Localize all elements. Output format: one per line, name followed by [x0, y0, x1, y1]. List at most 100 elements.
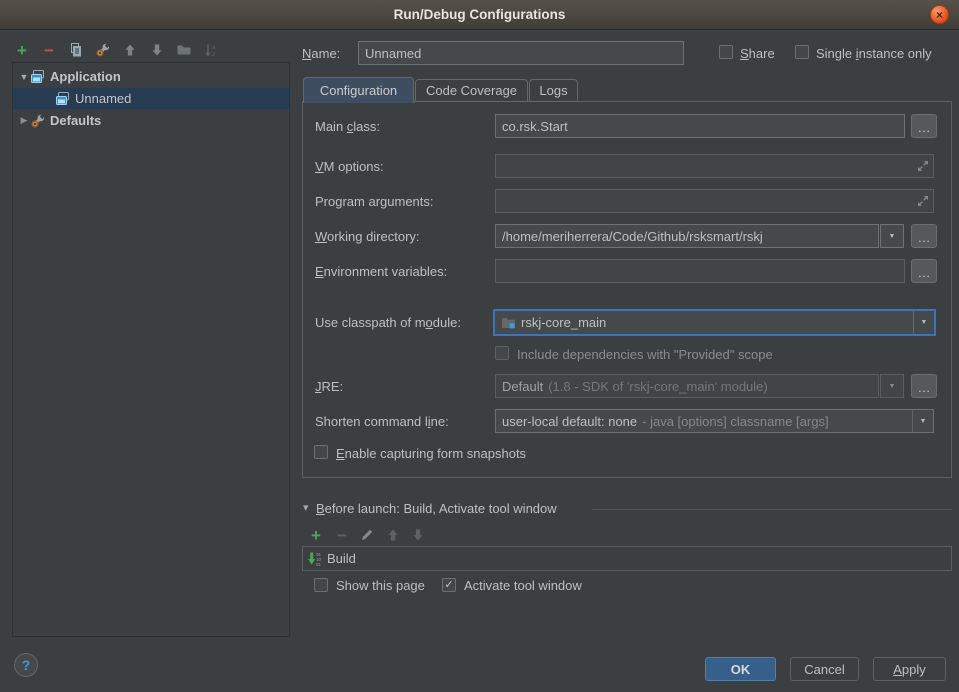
- show-this-page-label: Show this page: [336, 578, 425, 593]
- activate-tool-window-checkbox[interactable]: ✓: [442, 578, 456, 592]
- arrow-down-icon: [149, 42, 165, 58]
- svg-text:z: z: [212, 51, 215, 58]
- help-button[interactable]: ?: [14, 653, 38, 677]
- chevron-down-icon: ▼: [921, 319, 928, 326]
- vm-options-label: VM options:: [315, 159, 384, 174]
- copy-configuration-button[interactable]: [67, 41, 85, 59]
- shorten-command-line-label: Shorten command line:: [315, 414, 449, 429]
- before-launch-task-list: 01 10 01 Build: [302, 546, 952, 571]
- tab-code-coverage[interactable]: Code Coverage: [415, 79, 528, 102]
- environment-variables-browse-button[interactable]: …: [911, 259, 937, 283]
- name-label: Name:: [302, 46, 340, 61]
- single-instance-checkbox[interactable]: [795, 45, 809, 59]
- application-windows-icon: [30, 69, 46, 85]
- include-dependencies-label: Include dependencies with "Provided" sco…: [517, 347, 773, 362]
- configurations-tree: ▼ Application Unnamed ▶ Defaults: [12, 62, 290, 637]
- plus-icon: +: [17, 42, 27, 59]
- main-class-input[interactable]: [495, 114, 905, 138]
- titlebar[interactable]: Run/Debug Configurations ×: [0, 0, 959, 30]
- main-class-browse-button[interactable]: …: [911, 114, 937, 138]
- enable-capturing-label: Enable capturing form snapshots: [336, 446, 526, 461]
- jre-label: JRE:: [315, 379, 343, 394]
- working-directory-input[interactable]: [495, 224, 879, 248]
- task-item-build[interactable]: 01 10 01 Build: [303, 547, 951, 570]
- before-launch-move-up-button[interactable]: [384, 526, 402, 544]
- move-down-button[interactable]: [148, 41, 166, 59]
- ellipsis-icon: …: [918, 270, 931, 275]
- tree-item-application[interactable]: ▼ Application: [13, 66, 289, 87]
- single-instance-label: Single instance only: [816, 46, 932, 61]
- ok-button[interactable]: OK: [705, 657, 776, 681]
- arrow-down-icon: [410, 527, 426, 543]
- program-arguments-input[interactable]: [495, 189, 934, 213]
- use-classpath-combobox[interactable]: rskj-core_main ▼: [493, 309, 936, 336]
- create-folder-button[interactable]: [175, 41, 193, 59]
- diagonal-expand-icon[interactable]: [915, 158, 931, 174]
- apply-button[interactable]: Apply: [873, 657, 946, 681]
- include-dependencies-checkbox[interactable]: [495, 346, 509, 360]
- jre-dropdown-button[interactable]: ▼: [880, 374, 904, 398]
- run-debug-configurations-dialog: Run/Debug Configurations × + − a z: [0, 0, 959, 692]
- before-launch-move-down-button[interactable]: [409, 526, 427, 544]
- close-button[interactable]: ×: [930, 5, 949, 24]
- before-launch-remove-button[interactable]: −: [333, 526, 351, 544]
- combo-arrow[interactable]: ▼: [913, 311, 934, 334]
- sort-configurations-button[interactable]: a z: [202, 41, 220, 59]
- environment-variables-label: Environment variables:: [315, 264, 447, 279]
- share-label: Share: [740, 46, 775, 61]
- tree-item-unnamed[interactable]: Unnamed: [13, 88, 289, 109]
- before-launch-title: Before launch: Build, Activate tool wind…: [316, 501, 557, 516]
- enable-capturing-checkbox[interactable]: [314, 445, 328, 459]
- chevron-right-icon: ▶: [18, 115, 30, 126]
- check-icon: ✓: [444, 580, 453, 591]
- svg-text:a: a: [212, 44, 216, 51]
- before-launch-edit-button[interactable]: [358, 526, 376, 544]
- chevron-down-icon: ▼: [920, 418, 927, 425]
- copy-icon: [68, 42, 84, 58]
- application-windows-icon: [55, 91, 71, 107]
- folder-icon: [176, 42, 192, 58]
- plus-icon: +: [311, 527, 321, 544]
- shorten-command-line-combobox[interactable]: user-local default: none - java [options…: [495, 409, 934, 433]
- working-directory-browse-button[interactable]: …: [911, 224, 937, 248]
- window-title: Run/Debug Configurations: [394, 7, 566, 22]
- vm-options-input[interactable]: [495, 154, 934, 178]
- help-icon: ?: [22, 657, 31, 673]
- edit-defaults-button[interactable]: [94, 41, 112, 59]
- remove-configuration-button[interactable]: −: [40, 41, 58, 59]
- move-up-button[interactable]: [121, 41, 139, 59]
- sort-az-icon: a z: [203, 42, 219, 58]
- chevron-down-icon: ▼: [18, 72, 30, 82]
- combo-arrow[interactable]: ▼: [912, 410, 933, 432]
- close-icon: ×: [936, 9, 943, 21]
- svg-text:01: 01: [316, 562, 322, 567]
- jre-browse-button[interactable]: …: [911, 374, 937, 398]
- before-launch-collapse-icon[interactable]: ▾: [303, 501, 309, 514]
- activate-tool-window-label: Activate tool window: [464, 578, 582, 593]
- add-configuration-button[interactable]: +: [13, 41, 31, 59]
- module-folder-icon: [501, 315, 516, 330]
- build-arrow-binary-icon: 01 10 01: [307, 551, 323, 567]
- share-checkbox[interactable]: [719, 45, 733, 59]
- name-input[interactable]: [358, 41, 684, 65]
- diagonal-expand-icon[interactable]: [915, 193, 931, 209]
- environment-variables-input[interactable]: [495, 259, 905, 283]
- before-launch-separator: [592, 509, 952, 510]
- jre-combobox[interactable]: Default (1.8 - SDK of 'rskj-core_main' m…: [495, 374, 879, 398]
- before-launch-add-button[interactable]: +: [307, 526, 325, 544]
- wrench-gear-icon: [30, 113, 46, 129]
- main-class-label: Main class:: [315, 119, 380, 134]
- tab-logs[interactable]: Logs: [529, 79, 578, 102]
- tab-configuration[interactable]: Configuration: [303, 77, 414, 103]
- pencil-icon: [359, 527, 375, 543]
- chevron-down-icon: ▼: [889, 233, 896, 240]
- arrow-up-icon: [385, 527, 401, 543]
- minus-icon: −: [44, 42, 54, 59]
- ellipsis-icon: …: [918, 125, 931, 130]
- arrow-up-icon: [122, 42, 138, 58]
- cancel-button[interactable]: Cancel: [790, 657, 859, 681]
- show-this-page-checkbox[interactable]: [314, 578, 328, 592]
- tree-item-defaults[interactable]: ▶ Defaults: [13, 110, 289, 131]
- working-directory-history-button[interactable]: ▼: [880, 224, 904, 248]
- use-classpath-label: Use classpath of module:: [315, 315, 461, 330]
